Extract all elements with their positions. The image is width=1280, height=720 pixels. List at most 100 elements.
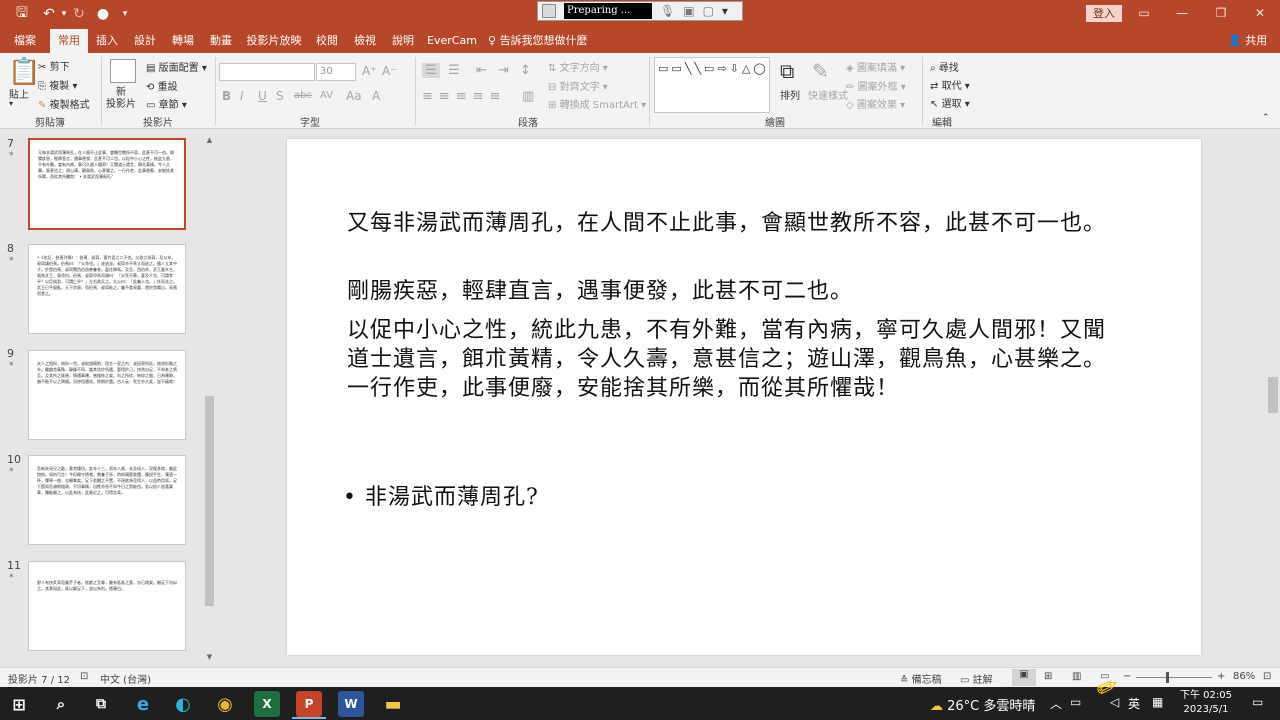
slide-paragraph[interactable]: 以促中小心之性，統此九患，不有外難，當有內病，寧可久處人間邪！又聞道士遺言，餌朮…: [347, 316, 1127, 403]
shape-effects-button[interactable]: ◇ 圖案效果 ▾: [846, 96, 905, 111]
tell-me-search[interactable]: ♀ 告訴我您想做什麼: [488, 29, 588, 53]
font-size-input[interactable]: 30: [316, 63, 356, 81]
ime-settings-icon[interactable]: ▦: [1152, 695, 1163, 709]
slide-canvas[interactable]: 又每非湯武而薄周孔，在人間不止此事，會顯世教所不容，此甚不可一也。 剛腸疾惡，輕…: [287, 139, 1201, 655]
thumbnail-scrollbar[interactable]: ▲ ▼: [203, 136, 216, 665]
slide-scrollbar[interactable]: [1266, 129, 1280, 667]
microphone-icon[interactable]: 🎙: [660, 4, 675, 18]
paste-icon[interactable]: 📋: [8, 57, 40, 87]
smartart-button[interactable]: ⊞ 轉換成 SmartArt ▾: [548, 96, 646, 111]
text-direction-button[interactable]: ⇅ 文字方向 ▾: [548, 59, 608, 74]
reading-view-icon[interactable]: ▥: [1072, 671, 1081, 682]
powerpoint-icon[interactable]: P: [296, 691, 322, 717]
scroll-down-icon[interactable]: ▼: [203, 653, 216, 665]
normal-view-icon[interactable]: ▣: [1012, 669, 1036, 686]
copy-button[interactable]: ⎘ 複製 ▾: [38, 77, 77, 92]
alignment-icons[interactable]: ≡≡≡≡≡: [422, 89, 506, 104]
strikethrough-button[interactable]: abc: [294, 90, 312, 101]
tab-transitions[interactable]: 轉場: [166, 29, 200, 53]
tab-home[interactable]: 常用: [50, 29, 88, 53]
zoom-slider-thumb[interactable]: [1166, 672, 1169, 683]
layout-button[interactable]: ▤ 版面配置 ▾: [146, 59, 207, 74]
line-spacing-icon[interactable]: ↕: [520, 63, 531, 78]
tab-review[interactable]: 校閱: [310, 29, 344, 53]
zoom-slider[interactable]: [1136, 677, 1212, 678]
zoom-level[interactable]: 86%: [1233, 671, 1255, 682]
excel-icon[interactable]: X: [254, 691, 280, 717]
fit-slide-icon[interactable]: ⊡: [1263, 671, 1271, 682]
tab-slideshow[interactable]: 投影片放映: [242, 29, 306, 53]
internet-explorer-icon[interactable]: e: [130, 691, 156, 717]
shapes-gallery[interactable]: ▭▭╲╲▭⇨⇩△◯▢⌐⌐⇧☆▢▢▱⌒⌒{}: [654, 57, 770, 113]
tab-design[interactable]: 設計: [128, 29, 162, 53]
bullets-icon[interactable]: ☰: [422, 63, 440, 78]
tab-insert[interactable]: 插入: [90, 29, 124, 53]
italic-button[interactable]: I: [240, 89, 244, 103]
slide-thumbnail[interactable]: 又每非湯武而薄周孔，在人間不止此事，會顯世教所不容，此甚不可一也。剛腸疾惡，輕肆…: [28, 138, 186, 230]
undo-dropdown-icon[interactable]: ▾: [58, 4, 70, 24]
redo-icon[interactable]: ↻: [70, 4, 88, 24]
shape-outline-button[interactable]: ✏ 圖案外框 ▾: [846, 78, 906, 93]
share-button[interactable]: 👤 共用: [1228, 29, 1267, 53]
bold-button[interactable]: B: [222, 89, 231, 103]
save-icon[interactable]: 🖫: [12, 4, 32, 24]
task-view-icon[interactable]: ⧉: [88, 691, 114, 717]
slide-thumbnail[interactable]: 吾新失母兄之歡，意常悽切。女年十三，男年八歲，未及成人，況復多病，顧此悢悢，如何…: [28, 455, 186, 545]
font-family-input[interactable]: [219, 63, 315, 81]
select-button[interactable]: ↖ 選取 ▾: [930, 95, 970, 110]
record-stop-icon[interactable]: [542, 4, 556, 18]
edge-icon[interactable]: ◐: [170, 691, 196, 717]
notifications-icon[interactable]: ▭: [1252, 695, 1263, 709]
windows-start-icon[interactable]: ⊞: [6, 691, 32, 717]
camera-icon[interactable]: ▣: [683, 4, 694, 18]
taskbar-clock[interactable]: 下午 02:05 2023/5/1: [1176, 689, 1236, 717]
network-icon[interactable]: ▭: [1070, 695, 1081, 709]
quick-styles-button[interactable]: 快速樣式: [808, 87, 848, 102]
recorder-menu-icon[interactable]: ▾: [722, 4, 728, 18]
word-icon[interactable]: W: [338, 691, 364, 717]
arrange-icon[interactable]: ⧉: [780, 59, 794, 83]
tab-animations[interactable]: 動畫: [204, 29, 238, 53]
align-text-button[interactable]: ⊟ 對齊文字 ▾: [548, 78, 608, 93]
shadow-button[interactable]: S: [276, 89, 284, 103]
decrease-indent-icon[interactable]: ⇤: [476, 63, 487, 78]
format-painter-button[interactable]: ✎ 複製格式: [38, 96, 90, 111]
tab-view[interactable]: 檢視: [348, 29, 382, 53]
tab-help[interactable]: 說明: [386, 29, 420, 53]
section-button[interactable]: ▭ 章節 ▾: [146, 96, 187, 111]
ribbon-display-options-icon[interactable]: ▭: [1136, 5, 1152, 21]
undo-icon[interactable]: ↶: [40, 4, 58, 24]
new-slide-icon[interactable]: [110, 59, 136, 83]
quick-styles-icon[interactable]: ✎: [812, 59, 829, 83]
slide-thumbnail[interactable]: 夫人之相與，俯仰一世。或取諸懷抱，悟言一室之內；或因寄所託，放浪形骸之外。雖趣舍…: [28, 350, 186, 440]
scrollbar-thumb[interactable]: [1268, 377, 1278, 413]
grow-font-icon[interactable]: A⁺: [362, 64, 377, 78]
start-slideshow-icon[interactable]: ●: [94, 4, 112, 24]
slide-paragraph[interactable]: 剛腸疾惡，輕肆直言，遇事便發，此甚不可二也。: [347, 277, 1127, 306]
file-explorer-icon[interactable]: ▬: [380, 691, 406, 717]
minimize-icon[interactable]: —: [1174, 5, 1190, 21]
tray-overflow-icon[interactable]: ︿: [1050, 695, 1062, 712]
paste-dropdown-icon[interactable]: ▾: [9, 99, 13, 108]
shape-fill-button[interactable]: ◈ 圖案填滿 ▾: [846, 59, 905, 74]
customize-quick-access-icon[interactable]: ▾: [118, 4, 132, 24]
numbering-icon[interactable]: ☰: [448, 63, 460, 78]
screen-region-icon[interactable]: ▢: [703, 4, 714, 18]
ime-indicator[interactable]: 英: [1128, 695, 1140, 712]
collapse-ribbon-icon[interactable]: ⌃: [1262, 113, 1270, 123]
slide-paragraph[interactable]: 又每非湯武而薄周孔，在人間不止此事，會顯世教所不容，此甚不可一也。: [347, 209, 1127, 238]
language-label[interactable]: 中文 (台灣): [100, 671, 151, 686]
notes-button[interactable]: ≙ 備忘稿: [900, 671, 942, 686]
zoom-in-icon[interactable]: +: [1217, 671, 1225, 682]
cut-button[interactable]: ✂ 剪下: [38, 58, 70, 73]
slide-bullet[interactable]: • 非湯武而薄周孔?: [343, 479, 539, 511]
login-button[interactable]: 登入: [1086, 5, 1122, 22]
tab-evercam[interactable]: EverCam: [424, 29, 480, 53]
underline-button[interactable]: U: [258, 89, 267, 103]
maximize-icon[interactable]: ❐: [1213, 5, 1229, 21]
arrange-button[interactable]: 排列: [780, 87, 800, 102]
chrome-icon[interactable]: ◉: [212, 691, 238, 717]
scroll-up-icon[interactable]: ▲: [203, 136, 216, 148]
slide-thumbnail[interactable]: 野人有快炙背而美芹子者，欲獻之至尊，雖有區區之意，亦已疏矣。願足下勿似之。其意如…: [28, 561, 186, 651]
increase-indent-icon[interactable]: ⇥: [498, 63, 509, 78]
